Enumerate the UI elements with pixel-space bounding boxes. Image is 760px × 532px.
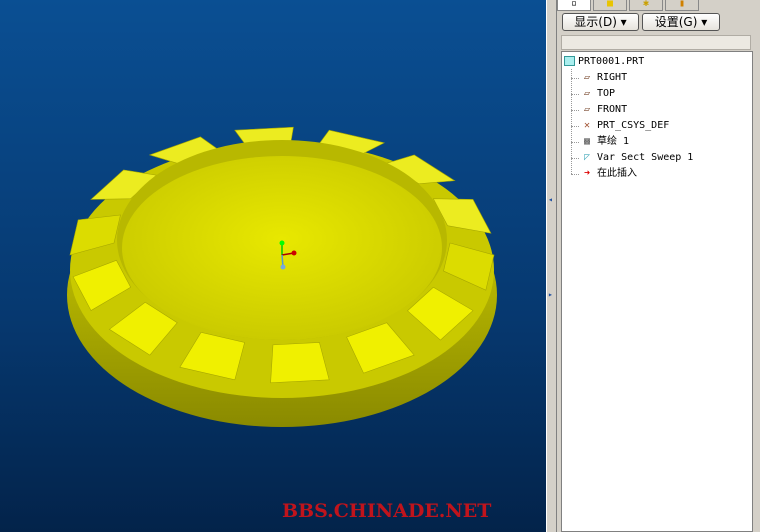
tab-favorites[interactable]: ✱ bbox=[629, 0, 663, 11]
watermark-text: BBS.CHINADE.NET bbox=[282, 500, 492, 522]
tree-connector bbox=[571, 158, 579, 159]
tree-item[interactable]: ▱ TOP bbox=[580, 87, 615, 101]
tree-connector bbox=[571, 94, 579, 95]
folder-icon: ■ bbox=[606, 0, 614, 9]
datum-plane-icon: ▱ bbox=[583, 104, 591, 115]
csys-icon: ✕ bbox=[583, 120, 591, 131]
tree-root[interactable]: PRT0001.PRT bbox=[564, 55, 644, 69]
tree-item[interactable]: ▩ 草绘 1 bbox=[580, 135, 629, 149]
collapse-arrow-icon[interactable]: ◂ bbox=[548, 195, 553, 204]
tree-item[interactable]: ▱ RIGHT bbox=[580, 71, 627, 85]
panel-splitter[interactable]: ◂ ▸ bbox=[546, 0, 557, 532]
tree-item-label: RIGHT bbox=[597, 72, 628, 83]
part-icon bbox=[564, 56, 575, 66]
datum-plane-icon: ▱ bbox=[583, 72, 591, 83]
tree-item-label: Var Sect Sweep 1 bbox=[597, 152, 694, 163]
tree-item-label: FRONT bbox=[597, 104, 628, 115]
tree-connector bbox=[571, 78, 579, 79]
navigator-panel: ▫ ■ ✱ ▮ 显示(D) ▾ 设置(G) ▾ PRT0001.PRT ▱ RIG… bbox=[557, 0, 760, 532]
tree-item-label: TOP bbox=[597, 88, 616, 99]
tab-model-tree[interactable]: ▫ bbox=[557, 0, 591, 11]
bowl-model bbox=[67, 126, 497, 427]
tree-connector bbox=[571, 174, 579, 175]
show-dropdown-button[interactable]: 显示(D) ▾ bbox=[562, 13, 639, 31]
model-tree-icon: ▫ bbox=[570, 0, 578, 9]
3d-graphics-viewport[interactable]: BBS.CHINADE.NET bbox=[0, 0, 546, 532]
rim-tooth bbox=[270, 342, 330, 384]
tree-item-label: PRT_CSYS_DEF bbox=[597, 120, 670, 131]
tree-root-label: PRT0001.PRT bbox=[578, 56, 645, 67]
tree-connector bbox=[571, 126, 579, 127]
tree-header-bar bbox=[561, 35, 751, 50]
insert-here-arrow-icon: ➜ bbox=[583, 168, 591, 179]
sketch-icon: ▩ bbox=[583, 136, 591, 147]
settings-dropdown-button[interactable]: 设置(G) ▾ bbox=[642, 13, 720, 31]
tree-connector bbox=[571, 142, 579, 143]
datum-plane-icon: ▱ bbox=[583, 88, 591, 99]
tree-item[interactable]: ➜ 在此插入 bbox=[580, 167, 637, 181]
model-tree[interactable]: PRT0001.PRT ▱ RIGHT ▱ TOP ▱ FRONT ✕ PRT_CSYS_DE… bbox=[561, 51, 753, 532]
tree-item[interactable]: ✕ PRT_CSYS_DEF bbox=[580, 119, 669, 133]
tree-item[interactable]: ◸ Var Sect Sweep 1 bbox=[580, 151, 693, 165]
tab-layers[interactable]: ▮ bbox=[665, 0, 699, 11]
sweep-icon: ◸ bbox=[583, 152, 591, 163]
favorites-icon: ✱ bbox=[642, 0, 650, 9]
tree-item-label: 草绘 1 bbox=[597, 136, 630, 147]
tree-item-label: 在此插入 bbox=[597, 168, 637, 179]
tab-folder[interactable]: ■ bbox=[593, 0, 627, 11]
tree-connector bbox=[571, 110, 579, 111]
tree-item[interactable]: ▱ FRONT bbox=[580, 103, 627, 117]
layers-icon: ▮ bbox=[678, 0, 686, 9]
expand-arrow-icon[interactable]: ▸ bbox=[548, 290, 553, 299]
